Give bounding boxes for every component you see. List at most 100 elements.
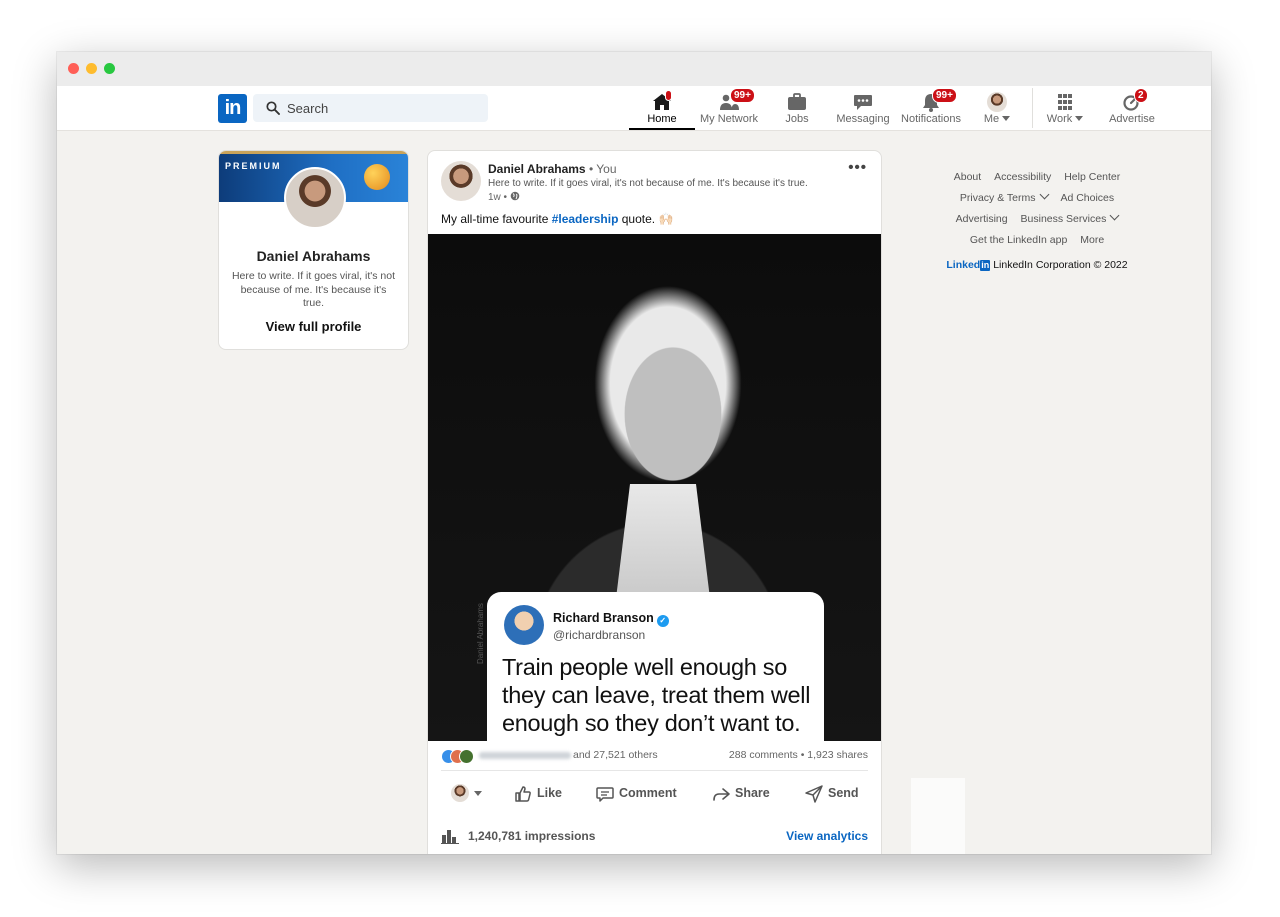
grid-icon — [1058, 94, 1072, 110]
nav-notifications[interactable]: 99+ Notifications — [899, 86, 963, 130]
copyright: Linkedin LinkedIn Corporation © 2022 — [937, 259, 1137, 271]
tweet-author-name: Richard Branson — [553, 611, 654, 625]
nav-notifications-label: Notifications — [901, 113, 961, 125]
nav-home[interactable]: Home — [629, 86, 695, 130]
tweet-handle: @richardbranson — [553, 628, 646, 642]
minimize-window-button[interactable] — [86, 63, 97, 74]
notifications-badge: 99+ — [932, 88, 957, 103]
nav-advertise-label: Advertise — [1109, 113, 1155, 125]
linkedin-wordmark-text: Linked — [946, 259, 981, 271]
empty-panel — [911, 778, 965, 854]
post-image[interactable]: Daniel Abrahams Richard Branson ✓ @richar… — [428, 234, 881, 741]
comments-shares-count[interactable]: 288 comments • 1,923 shares — [729, 749, 868, 761]
bar-chart-icon — [441, 830, 459, 844]
send-button[interactable]: Send — [804, 783, 864, 805]
nav-messaging-label: Messaging — [836, 113, 890, 125]
post-author-name[interactable]: Daniel Abrahams — [488, 162, 586, 176]
message-icon — [854, 95, 872, 110]
briefcase-icon — [788, 93, 806, 110]
copyright-text: LinkedIn Corporation © 2022 — [993, 259, 1128, 271]
search-bar[interactable] — [253, 94, 488, 122]
chevron-down-icon — [1002, 116, 1011, 121]
nav-messaging[interactable]: Messaging — [835, 86, 891, 130]
footer-links: About Accessibility Help Center Privacy … — [937, 167, 1137, 251]
comment-label: Comment — [619, 786, 677, 800]
post-divider — [441, 770, 868, 771]
footer-link-privacy-terms[interactable]: Privacy & Terms — [959, 189, 1049, 204]
actor-avatar[interactable] — [451, 784, 469, 802]
close-window-button[interactable] — [68, 63, 79, 74]
nav-jobs[interactable]: Jobs — [776, 86, 818, 130]
my-network-badge: 99+ — [730, 88, 755, 103]
post-text: My all-time favourite #leadership quote.… — [441, 212, 673, 226]
home-notification-dot — [665, 90, 672, 101]
hashtag-link[interactable]: #leadership — [552, 212, 619, 226]
image-watermark: Daniel Abrahams — [476, 603, 485, 664]
me-label-text: Me — [983, 113, 1000, 125]
chevron-down-icon — [1109, 210, 1120, 221]
post-text-end: quote. 🙌🏻 — [618, 212, 674, 226]
share-label: Share — [735, 786, 770, 800]
share-button[interactable]: Share — [711, 783, 775, 805]
footer-row: Advertising Business Services — [937, 209, 1137, 230]
avatar — [987, 92, 1007, 112]
privacy-terms-label: Privacy & Terms — [959, 192, 1036, 204]
impressions-row: 1,240,781 impressions View analytics — [441, 826, 868, 846]
nav-me[interactable]: Me — [981, 86, 1013, 130]
nav-advertise[interactable]: 2 Advertise — [1107, 86, 1157, 130]
profile-name[interactable]: Daniel Abrahams — [219, 248, 408, 264]
chevron-down-icon[interactable] — [474, 791, 482, 796]
footer-link-more[interactable]: More — [1080, 234, 1104, 246]
browser-window: in Home 99+ My Network Jobs Messaging 99… — [57, 52, 1211, 854]
tweet-quote: Train people well enough so they can lea… — [502, 654, 811, 736]
post-meta: 1w • — [488, 191, 520, 203]
impressions-count: 1,240,781 impressions — [468, 829, 596, 843]
nav-my-network-label: My Network — [699, 113, 759, 125]
like-label: Like — [537, 786, 563, 800]
view-analytics-link[interactable]: View analytics — [786, 829, 868, 843]
view-full-profile-link[interactable]: View full profile — [219, 319, 408, 334]
nav-me-label: Me — [981, 113, 1013, 125]
maximize-window-button[interactable] — [104, 63, 115, 74]
footer-link-business-services[interactable]: Business Services — [1021, 210, 1120, 225]
linkedin-logo[interactable]: in — [218, 94, 247, 123]
post-author-avatar[interactable] — [441, 161, 481, 201]
footer-link-accessibility[interactable]: Accessibility — [994, 171, 1051, 183]
search-icon — [266, 101, 280, 115]
post-time: 1w • — [488, 192, 508, 203]
footer-link-ad-choices[interactable]: Ad Choices — [1060, 192, 1114, 204]
more-options-icon[interactable]: ••• — [848, 159, 867, 176]
comment-button[interactable]: Comment — [595, 783, 685, 805]
footer-link-help-center[interactable]: Help Center — [1064, 171, 1120, 183]
footer-link-about[interactable]: About — [954, 171, 981, 183]
send-icon — [805, 785, 823, 803]
like-button[interactable]: Like — [513, 783, 573, 805]
nav-work[interactable]: Work — [1043, 86, 1087, 130]
nav-home-label: Home — [647, 113, 677, 125]
chevron-down-icon — [1075, 116, 1084, 121]
post-relation: • You — [588, 162, 617, 176]
share-icon — [713, 788, 730, 801]
search-input[interactable] — [287, 94, 477, 122]
chevron-down-icon — [1039, 189, 1049, 200]
post-text-start: My all-time favourite — [441, 212, 552, 226]
globe-icon — [510, 191, 520, 201]
profile-headline: Here to write. If it goes viral, it's no… — [231, 270, 396, 309]
tweet-card: Richard Branson ✓ @richardbranson Train p… — [487, 592, 824, 741]
social-counts: and 27,521 others 288 comments • 1,923 s… — [441, 748, 868, 764]
nav-my-network[interactable]: 99+ My Network — [698, 86, 760, 130]
profile-avatar[interactable] — [284, 167, 346, 229]
footer-row: Privacy & Terms Ad Choices — [937, 188, 1137, 209]
post-author-line: Daniel Abrahams • You — [488, 162, 617, 176]
profile-card: PREMIUM Daniel Abrahams Here to write. I… — [218, 150, 409, 350]
top-navbar: in Home 99+ My Network Jobs Messaging 99… — [57, 86, 1211, 131]
reactions-count[interactable]: and 27,521 others — [573, 749, 658, 761]
thumbs-up-icon — [515, 786, 531, 802]
footer-link-advertising[interactable]: Advertising — [956, 213, 1008, 225]
nav-jobs-label: Jobs — [785, 113, 809, 125]
footer-link-get-app[interactable]: Get the LinkedIn app — [970, 234, 1068, 246]
advertise-badge: 2 — [1134, 88, 1148, 103]
celebrate-reaction-icon — [459, 749, 474, 764]
linkedin-wordmark: Linkedin — [946, 259, 993, 271]
footer-row: Get the LinkedIn app More — [937, 230, 1137, 251]
